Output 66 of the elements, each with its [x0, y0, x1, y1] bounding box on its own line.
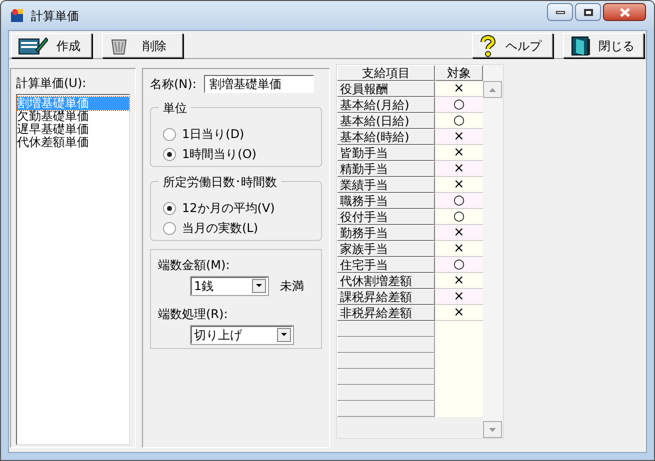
window-title: 計算単価	[31, 8, 80, 24]
table-cell: ×	[435, 289, 483, 305]
close-button[interactable]	[603, 3, 646, 21]
table-cell: ×	[435, 81, 483, 97]
row-header-cell: 基本給(月給)	[337, 97, 435, 113]
row-header-cell: 非税昇給差額	[337, 305, 435, 321]
table-cell: ×	[435, 273, 483, 289]
rounding-amount-label: 端数金額(M):	[158, 257, 231, 274]
toolbar-button[interactable]: ヘルプ	[472, 33, 553, 58]
row-header-cell: 役付手当	[337, 209, 435, 225]
list-item[interactable]: 欠勤基礎単価	[17, 110, 129, 123]
list-item[interactable]: 代休差額単価	[17, 136, 129, 149]
row-header-cell: 課税昇給差額	[337, 289, 435, 305]
name-label: 名称(N):	[150, 76, 196, 92]
row-header-cell: 役員報酬	[337, 81, 435, 97]
table-cell: ×	[435, 145, 483, 161]
column-header: 支給項目	[337, 65, 435, 81]
group-title: 単位	[159, 99, 191, 117]
radio-label[interactable]: 1日当り(D)	[182, 125, 244, 143]
radio-label[interactable]: 12か月の平均(V)	[182, 199, 275, 217]
table-cell: ○	[435, 209, 483, 225]
notepad-pencil-icon	[18, 36, 48, 56]
toolbar-button[interactable]: 閉じる	[563, 33, 644, 58]
row-header-cell: 住宅手当	[337, 257, 435, 273]
row-header-cell: 家族手当	[337, 241, 435, 257]
row-header-cell: 皆勤手当	[337, 145, 435, 161]
table-cell: ○	[435, 257, 483, 273]
maximize-button[interactable]	[575, 3, 601, 21]
table-cell: ×	[435, 305, 483, 321]
radio-label[interactable]: 当月の実数(L)	[182, 219, 258, 237]
radio-button[interactable]	[163, 202, 176, 214]
radio-button[interactable]	[163, 128, 176, 140]
close-icon	[620, 8, 630, 16]
table-cell: ×	[435, 177, 483, 193]
table-cell: ○	[435, 113, 483, 129]
dropdown[interactable]: 1銭	[191, 277, 268, 295]
list-item[interactable]: 遅早基礎単価	[17, 123, 129, 136]
table-cell: ○	[435, 97, 483, 113]
group-title: 所定労働日数･時間数	[159, 173, 281, 191]
table-cell: ×	[435, 241, 483, 257]
row-header-cell: 基本給(日給)	[337, 113, 435, 129]
dropdown[interactable]: 切り上げ	[191, 326, 293, 344]
app-icon	[9, 8, 25, 24]
row-header-cell: 勤務手当	[337, 225, 435, 241]
question-mark-icon	[479, 34, 497, 56]
table-cell: ×	[435, 161, 483, 177]
column-header: 対象	[435, 65, 483, 81]
row-header-cell: 職務手当	[337, 193, 435, 209]
radio-button[interactable]	[163, 222, 176, 234]
name-field[interactable]: 割増基礎単価	[204, 74, 314, 92]
rounding-method-label: 端数処理(R):	[158, 306, 229, 323]
list-label: 計算単価(U):	[16, 75, 88, 92]
table-cell: ○	[435, 193, 483, 209]
suffix-label: 未満	[280, 278, 304, 295]
minimize-button[interactable]	[547, 3, 573, 21]
row-header-cell: 基本給(時給)	[337, 129, 435, 145]
toolbar-button[interactable]: 削除	[102, 33, 183, 58]
row-header-cell: 業績手当	[337, 177, 435, 193]
door-exit-icon	[570, 34, 592, 56]
table-cell: ×	[435, 225, 483, 241]
table-cell: ×	[435, 129, 483, 145]
radio-button[interactable]	[163, 148, 176, 160]
toolbar-button[interactable]: 作成	[11, 33, 92, 58]
row-header-cell: 代休割増差額	[337, 273, 435, 289]
row-header-cell: 精勤手当	[337, 161, 435, 177]
radio-label[interactable]: 1時間当り(O)	[182, 145, 256, 163]
